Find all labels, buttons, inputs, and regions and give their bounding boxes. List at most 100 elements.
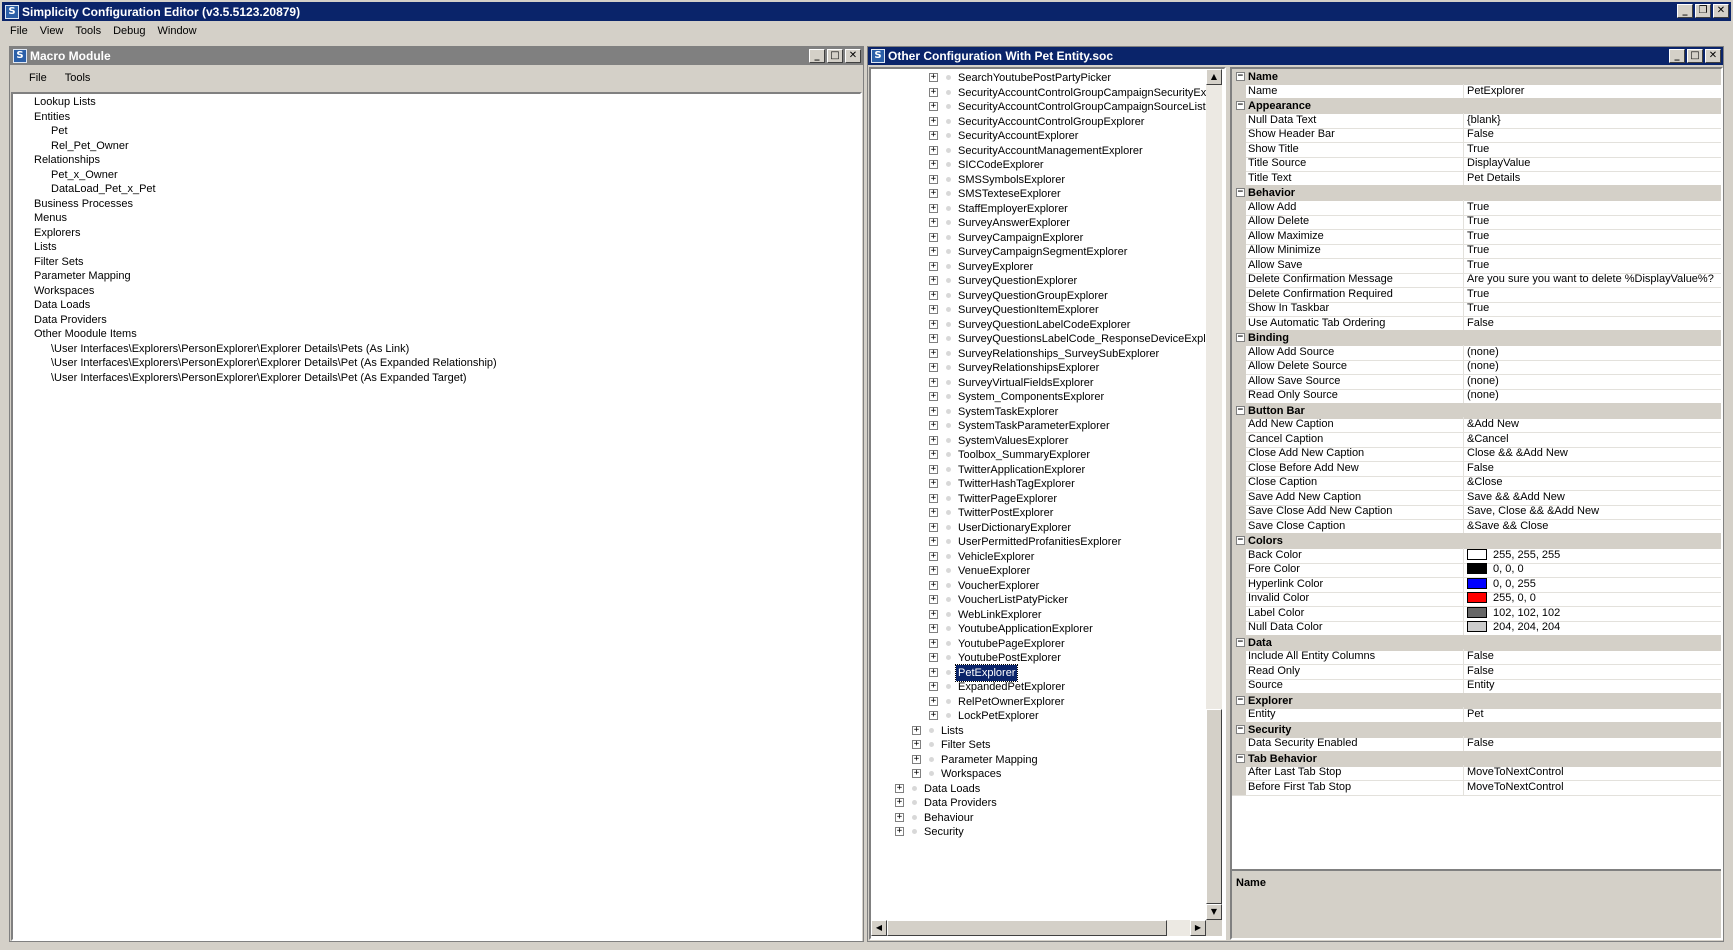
property-value[interactable]: (none) [1467,388,1719,403]
property-value[interactable]: Save, Close && &Add New [1467,504,1719,519]
macro-items-list[interactable]: Lookup Lists Entities Pet Rel_Pet_Owner Rela… [11,92,862,941]
expand-plus-icon[interactable]: + [929,595,938,604]
property-value[interactable]: Close && &Add New [1467,446,1719,461]
expand-plus-icon[interactable]: + [929,203,938,213]
property-value[interactable]: False [1467,127,1719,142]
scroll-down-arrow-icon[interactable]: ▼ [1206,904,1222,920]
property-value[interactable]: Pet Details [1467,171,1719,186]
expand-plus-icon[interactable]: + [929,319,938,329]
collapse-minus-icon[interactable]: − [1236,405,1245,415]
tree-vscroll-thumb[interactable] [1206,709,1222,904]
expand-plus-icon[interactable]: + [929,522,938,532]
restore-button[interactable]: ❐ [1695,4,1711,18]
expand-plus-icon[interactable]: + [929,682,938,691]
expand-plus-icon[interactable]: + [895,798,904,807]
configuration-tree[interactable]: + SearchYoutubePostPartyPicker + SecurityAc… [871,69,1206,920]
property-value[interactable]: {blank} [1467,113,1719,128]
expand-plus-icon[interactable]: + [929,493,938,503]
expand-plus-icon[interactable]: + [929,334,938,343]
macro-close-button[interactable]: ✕ [845,49,861,63]
property-value[interactable]: 0, 0, 255 [1467,577,1719,592]
property-value[interactable]: Entity [1467,678,1719,693]
expand-plus-icon[interactable]: + [929,537,938,546]
expand-plus-icon[interactable]: + [929,667,938,677]
property-value[interactable]: True [1467,142,1719,157]
property-value[interactable]: Save && &Add New [1467,490,1719,505]
property-value[interactable]: True [1467,229,1719,244]
scroll-right-arrow-icon[interactable]: ▶ [1190,920,1206,936]
property-value[interactable]: True [1467,258,1719,273]
collapse-minus-icon[interactable]: − [1236,188,1245,197]
expand-plus-icon[interactable]: + [912,725,921,735]
expand-plus-icon[interactable]: + [929,189,938,198]
property-value[interactable]: False [1467,461,1719,476]
property-value[interactable]: True [1467,214,1719,229]
property-value[interactable]: True [1467,301,1719,316]
app-titlebar[interactable]: S Simplicity Configuration Editor (v3.5.… [2,2,1731,21]
property-value[interactable]: (none) [1467,374,1719,389]
property-value[interactable]: Are you sure you want to delete %Display… [1467,272,1719,287]
expand-plus-icon[interactable]: + [929,609,938,619]
expand-plus-icon[interactable]: + [929,551,938,561]
expand-plus-icon[interactable]: + [929,450,938,459]
expand-plus-icon[interactable]: + [929,247,938,256]
expand-plus-icon[interactable]: + [929,580,938,590]
menu-tools[interactable]: Tools [69,22,107,40]
property-value[interactable]: &Cancel [1467,432,1719,447]
expand-plus-icon[interactable]: + [929,174,938,184]
property-value[interactable]: &Add New [1467,417,1719,432]
expand-plus-icon[interactable]: + [929,392,938,401]
collapse-minus-icon[interactable]: − [1236,695,1245,705]
expand-plus-icon[interactable]: + [895,783,904,793]
expand-plus-icon[interactable]: + [929,421,938,430]
property-value[interactable]: 204, 204, 204 [1467,620,1719,635]
expand-plus-icon[interactable]: + [929,218,938,227]
expand-plus-icon[interactable]: + [929,276,938,285]
macro-minimize-button[interactable]: _ [809,49,825,63]
document-close-button[interactable]: ✕ [1705,49,1721,63]
expand-plus-icon[interactable]: + [912,740,921,749]
tree-node-label[interactable]: Security [924,824,964,840]
collapse-minus-icon[interactable]: − [1236,753,1245,763]
macro-maximize-button[interactable]: □ [827,49,843,63]
expand-plus-icon[interactable]: + [929,696,938,706]
document-titlebar[interactable]: S Other Configuration With Pet Entity.so… [868,47,1723,65]
collapse-minus-icon[interactable]: − [1236,637,1245,647]
expand-plus-icon[interactable]: + [929,348,938,358]
expand-plus-icon[interactable]: + [929,232,938,242]
menu-debug[interactable]: Debug [107,22,151,40]
property-value[interactable]: True [1467,287,1719,302]
tree-hscroll-thumb[interactable] [887,920,1167,936]
expand-plus-icon[interactable]: + [929,131,938,140]
expand-plus-icon[interactable]: + [929,305,938,314]
property-value[interactable]: PetExplorer [1467,84,1719,99]
document-minimize-button[interactable]: _ [1669,49,1685,63]
expand-plus-icon[interactable]: + [929,479,938,488]
close-button[interactable]: ✕ [1713,4,1729,18]
property-value[interactable]: False [1467,664,1719,679]
property-grid-rows[interactable]: − Name Name PetExplorer − Appearance Null Data… [1232,69,1721,866]
expand-plus-icon[interactable]: + [929,377,938,387]
collapse-minus-icon[interactable]: − [1236,72,1245,81]
property-value[interactable]: False [1467,316,1719,331]
property-value[interactable]: &Save && Close [1467,519,1719,534]
expand-plus-icon[interactable]: + [929,508,938,517]
property-value[interactable]: 255, 255, 255 [1467,548,1719,563]
property-value[interactable]: MoveToNextControl [1467,780,1719,795]
property-value[interactable]: Pet [1467,707,1719,722]
expand-plus-icon[interactable]: + [929,102,938,111]
expand-plus-icon[interactable]: + [912,754,921,764]
scroll-up-arrow-icon[interactable]: ▲ [1206,69,1222,85]
property-value[interactable]: DisplayValue [1467,156,1719,171]
expand-plus-icon[interactable]: + [929,145,938,155]
macro-menu-tools[interactable]: Tools [56,69,100,87]
menu-window[interactable]: Window [152,22,203,40]
expand-plus-icon[interactable]: + [929,73,938,82]
property-value[interactable]: (none) [1467,345,1719,360]
collapse-minus-icon[interactable]: − [1236,333,1245,342]
expand-plus-icon[interactable]: + [895,812,904,822]
collapse-minus-icon[interactable]: − [1236,536,1245,545]
property-value[interactable]: 255, 0, 0 [1467,591,1719,606]
property-value[interactable]: False [1467,736,1719,751]
property-value[interactable]: True [1467,200,1719,215]
